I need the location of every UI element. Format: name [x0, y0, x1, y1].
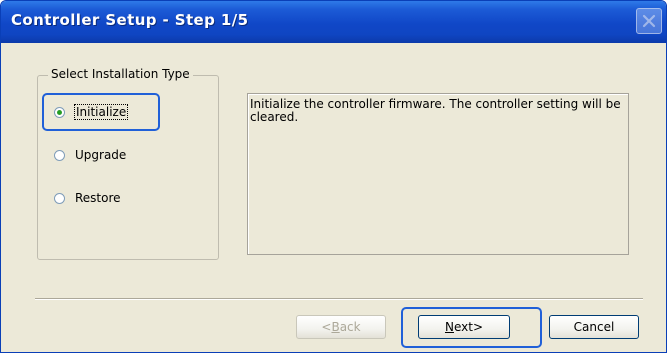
back-button[interactable]: < Back [296, 315, 386, 339]
radio-button[interactable] [54, 192, 65, 204]
back-arrow: < [321, 320, 332, 334]
setup-dialog: Controller Setup - Step 1/5 Select Insta… [0, 0, 667, 353]
cancel-button[interactable]: Cancel [549, 315, 639, 339]
radio-upgrade[interactable]: Upgrade [54, 148, 126, 162]
next-highlight [401, 307, 542, 348]
close-button[interactable] [636, 8, 662, 34]
initialize-highlight [42, 93, 160, 131]
title-bar[interactable]: Controller Setup - Step 1/5 [1, 1, 666, 43]
description-panel: Initialize the controller firmware. The … [247, 93, 629, 255]
window-title: Controller Setup - Step 1/5 [11, 11, 249, 29]
radio-restore[interactable]: Restore [54, 191, 121, 205]
radio-label-upgrade[interactable]: Upgrade [75, 148, 126, 162]
back-label: ack [339, 320, 361, 334]
group-legend: Select Installation Type [48, 67, 193, 81]
back-mnemonic: B [331, 320, 340, 334]
radio-label-restore[interactable]: Restore [75, 191, 121, 205]
cancel-label: Cancel [573, 320, 615, 334]
separator [35, 298, 643, 300]
radio-button[interactable] [54, 149, 65, 161]
close-icon [642, 14, 656, 28]
